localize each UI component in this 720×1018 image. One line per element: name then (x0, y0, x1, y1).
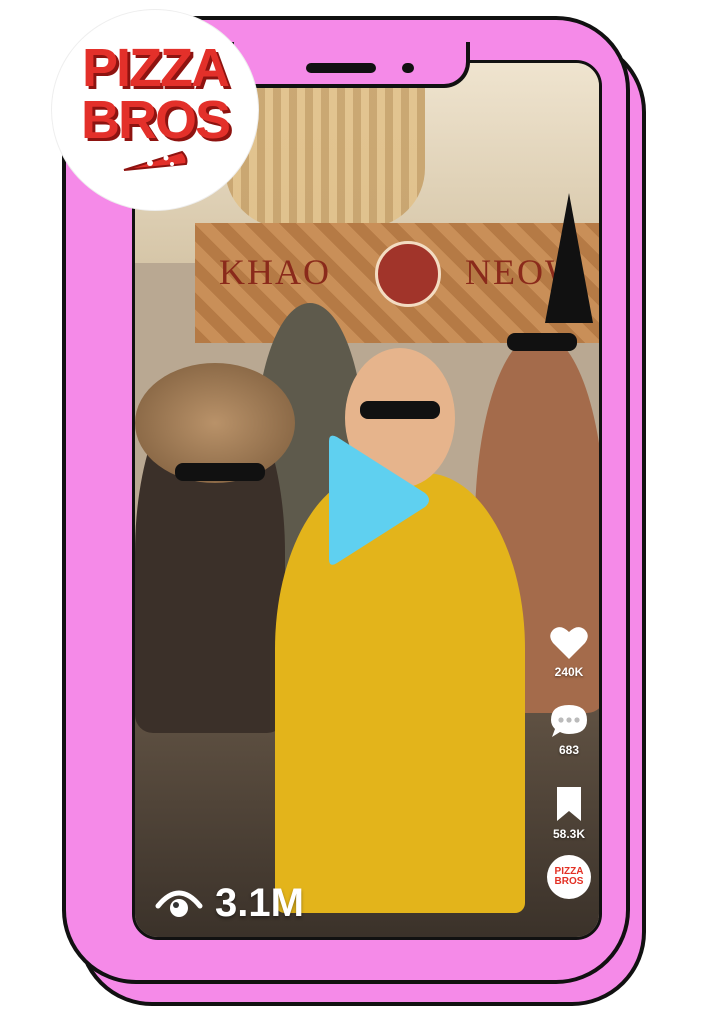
save-count: 58.3K (552, 827, 586, 841)
sunglasses (507, 333, 577, 351)
avatar-brand-line2: BROS (554, 876, 584, 887)
like-action[interactable]: 240K (539, 625, 599, 679)
comment-icon (551, 705, 587, 737)
phone-camera (402, 63, 414, 73)
heart-icon (550, 627, 588, 659)
store-sign-logo (375, 241, 441, 307)
profile-avatar[interactable]: PIZZA BROS (547, 855, 591, 899)
comment-count: 683 (558, 743, 580, 757)
like-count: 240K (554, 665, 584, 679)
bookmark-icon (557, 787, 581, 821)
pizza-slice-icon (123, 150, 188, 171)
spiked-hair (545, 193, 593, 323)
sunglasses (175, 463, 265, 481)
play-button[interactable] (321, 433, 433, 568)
brand-line-1: PIZZA (82, 38, 230, 98)
phone-speaker (306, 63, 376, 73)
brand-line-2: BROS (80, 90, 231, 150)
sunglasses (360, 401, 440, 419)
comment-action[interactable]: 683 (539, 703, 599, 757)
store-sign-left: KHAO (219, 252, 331, 292)
eye-icon (155, 890, 203, 917)
view-counter: 3.1M (155, 881, 304, 926)
brand-logo: PIZZA BROS (52, 10, 258, 210)
view-count: 3.1M (215, 881, 304, 925)
save-action[interactable]: 58.3K (539, 785, 599, 841)
